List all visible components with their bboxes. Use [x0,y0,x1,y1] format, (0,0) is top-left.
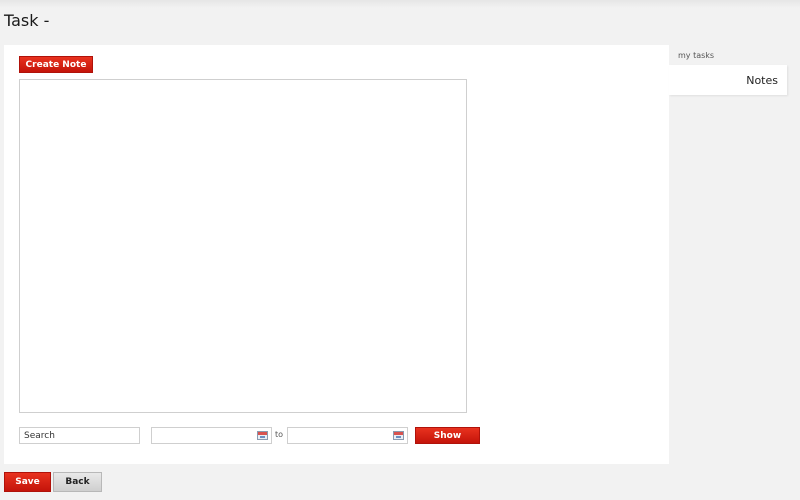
show-button[interactable]: Show [415,427,480,444]
date-to-field[interactable] [287,427,408,444]
search-input[interactable]: Search [19,427,140,444]
main-panel: Create Note Search to Show [4,45,669,464]
date-range-to-label: to [275,430,284,439]
calendar-icon[interactable] [393,431,404,440]
save-button[interactable]: Save [4,472,51,492]
date-from-field[interactable] [151,427,272,444]
page-title: Task - [4,11,50,30]
create-note-button[interactable]: Create Note [19,56,93,73]
notes-list-area [19,79,467,413]
back-button[interactable]: Back [53,472,102,492]
tab-notes[interactable]: Notes [746,74,778,87]
top-strip [0,0,800,8]
my-tasks-link[interactable]: my tasks [678,51,714,60]
side-tab-panel: Notes [669,65,787,95]
calendar-icon[interactable] [257,431,268,440]
